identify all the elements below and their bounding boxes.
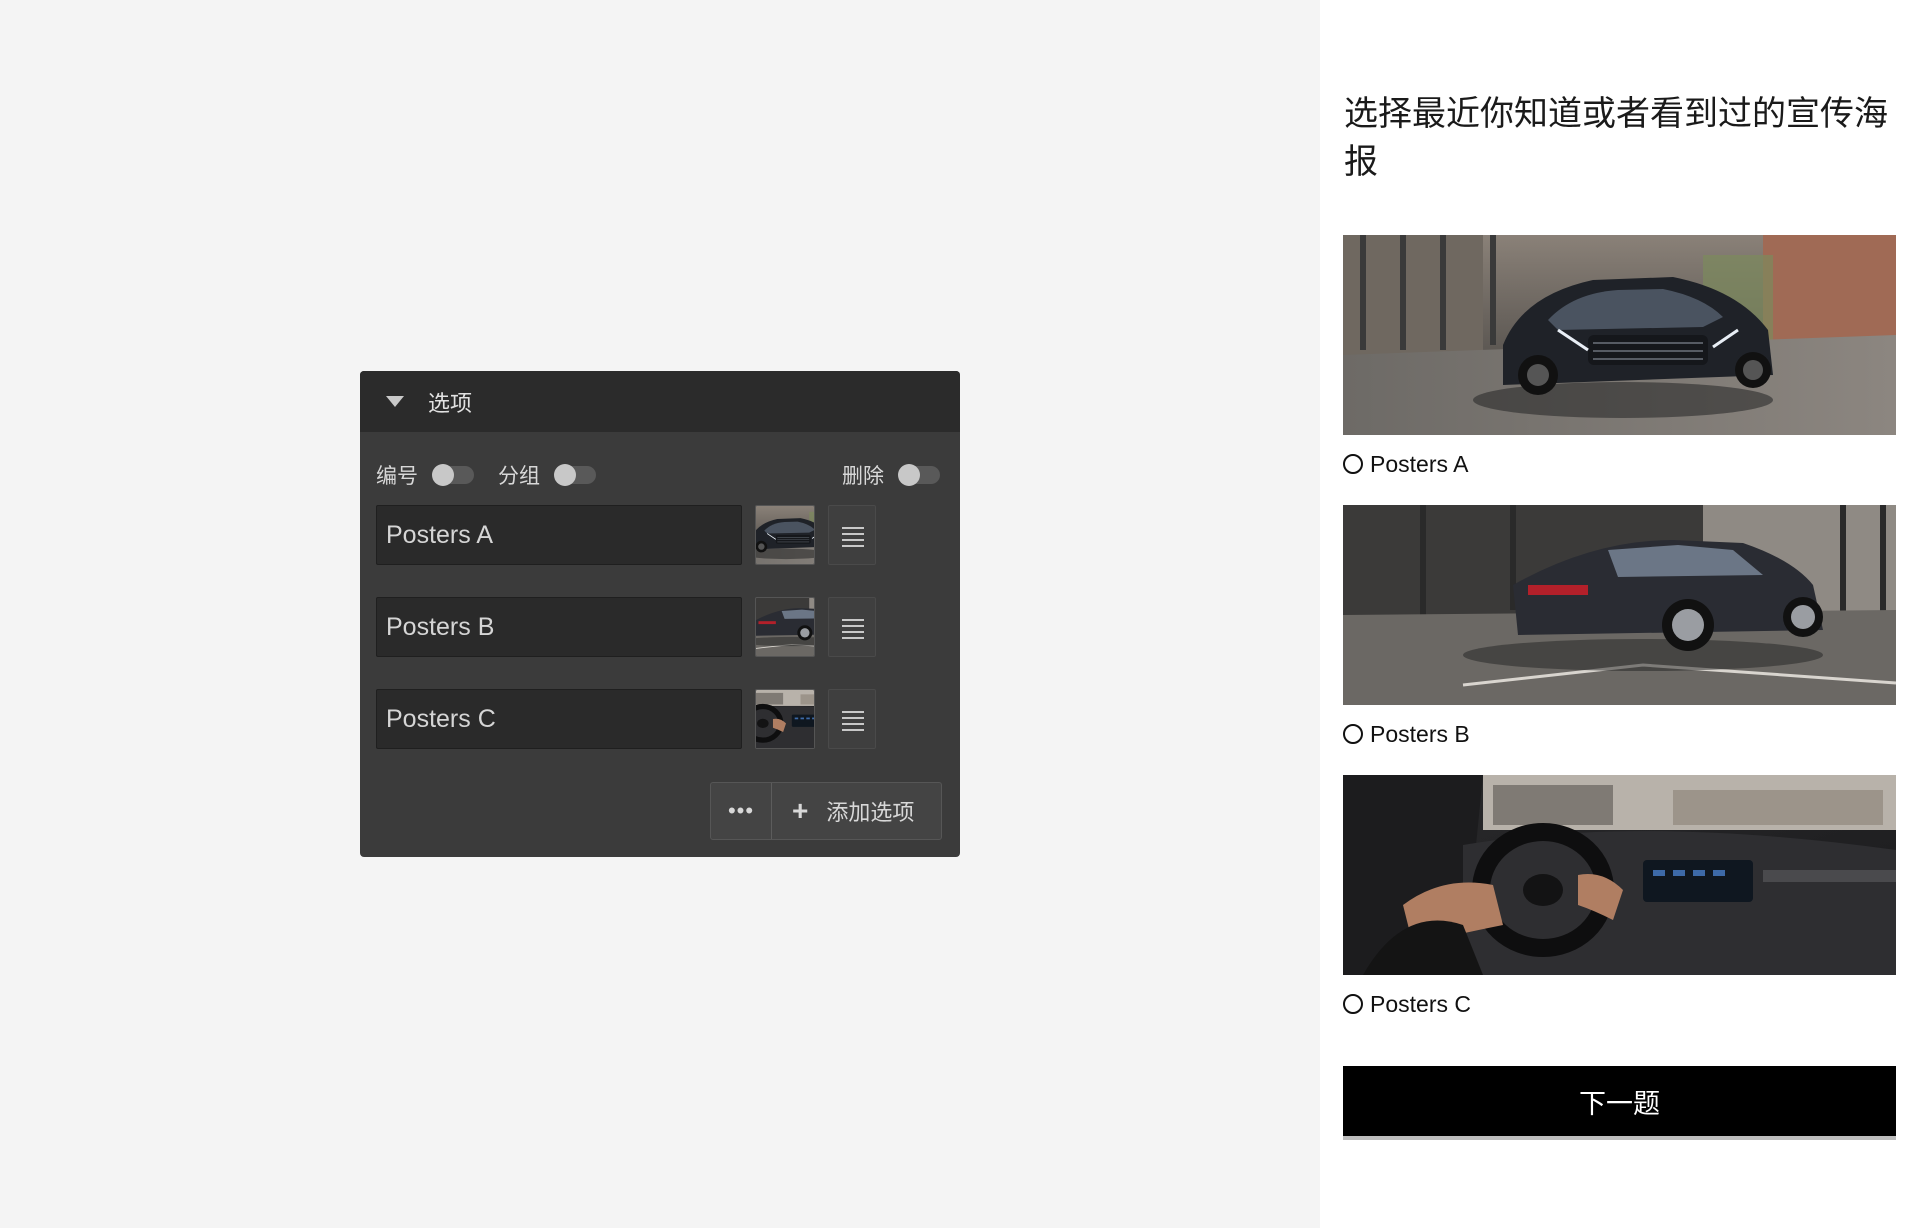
poster-a-image[interactable] [1343, 235, 1896, 435]
delete-toggle-group: 删除 [842, 460, 940, 490]
delete-label: 删除 [842, 465, 884, 488]
car-rear-photo [1343, 505, 1896, 705]
switch-knob [554, 464, 576, 486]
panel-header[interactable]: 选项 [360, 371, 960, 432]
poster-c-image[interactable] [1343, 775, 1896, 975]
choice-label: Posters C [1370, 990, 1471, 1017]
numbering-switch[interactable] [432, 464, 474, 486]
option-thumbnail-image[interactable] [755, 505, 815, 565]
question-title: 选择最近你知道或者看到过的宣传海报 [1344, 95, 1888, 181]
next-question-button[interactable]: 下一题 [1343, 1066, 1896, 1136]
numbering-toggle-group: 编号 [376, 460, 498, 490]
grouping-toggle-group: 分组 [498, 460, 620, 490]
choice-c[interactable]: Posters C [1343, 989, 1471, 1019]
numbering-label: 编号 [376, 465, 418, 488]
grouping-switch[interactable] [554, 464, 596, 486]
car-interior-photo [756, 690, 814, 748]
switch-knob [432, 464, 454, 486]
choice-a[interactable]: Posters A [1343, 449, 1468, 479]
switch-knob [898, 464, 920, 486]
option-label-input[interactable]: Posters B [376, 597, 742, 657]
delete-switch[interactable] [898, 464, 940, 486]
drag-handle-icon[interactable] [828, 689, 876, 749]
radio-icon[interactable] [1343, 724, 1363, 744]
grouping-label: 分组 [498, 465, 540, 488]
choice-label: Posters B [1370, 720, 1470, 747]
toggle-bar: 编号 分组 删除 [376, 457, 940, 493]
option-label-input[interactable]: Posters A [376, 505, 742, 565]
add-option-label: 添加选项 [826, 800, 915, 825]
plus-icon: + [792, 795, 809, 826]
drag-handle-icon[interactable] [828, 505, 876, 565]
add-option-button[interactable]: ••• + 添加选项 [710, 782, 942, 840]
car-rear-photo [756, 598, 814, 656]
options-panel: 选项 编号 分组 删除 Posters A Posters B Posters … [360, 371, 960, 857]
radio-icon[interactable] [1343, 994, 1363, 1014]
survey-preview: 选择最近你知道或者看到过的宣传海报 Posters A Posters B Po… [1320, 0, 1920, 1228]
drag-handle-icon[interactable] [828, 597, 876, 657]
option-row-a: Posters A [376, 505, 944, 565]
car-interior-photo [1343, 775, 1896, 975]
poster-b-image[interactable] [1343, 505, 1896, 705]
option-row-b: Posters B [376, 597, 944, 657]
car-front-photo [756, 506, 814, 564]
more-icon[interactable]: ••• [711, 783, 772, 839]
option-thumbnail-image[interactable] [755, 689, 815, 749]
choice-b[interactable]: Posters B [1343, 719, 1470, 749]
option-thumbnail-image[interactable] [755, 597, 815, 657]
panel-title: 选项 [428, 390, 473, 416]
radio-icon[interactable] [1343, 454, 1363, 474]
collapse-caret-icon[interactable] [386, 396, 404, 407]
option-row-c: Posters C [376, 689, 944, 749]
option-label-input[interactable]: Posters C [376, 689, 742, 749]
car-front-photo [1343, 235, 1896, 435]
choice-label: Posters A [1370, 450, 1469, 477]
